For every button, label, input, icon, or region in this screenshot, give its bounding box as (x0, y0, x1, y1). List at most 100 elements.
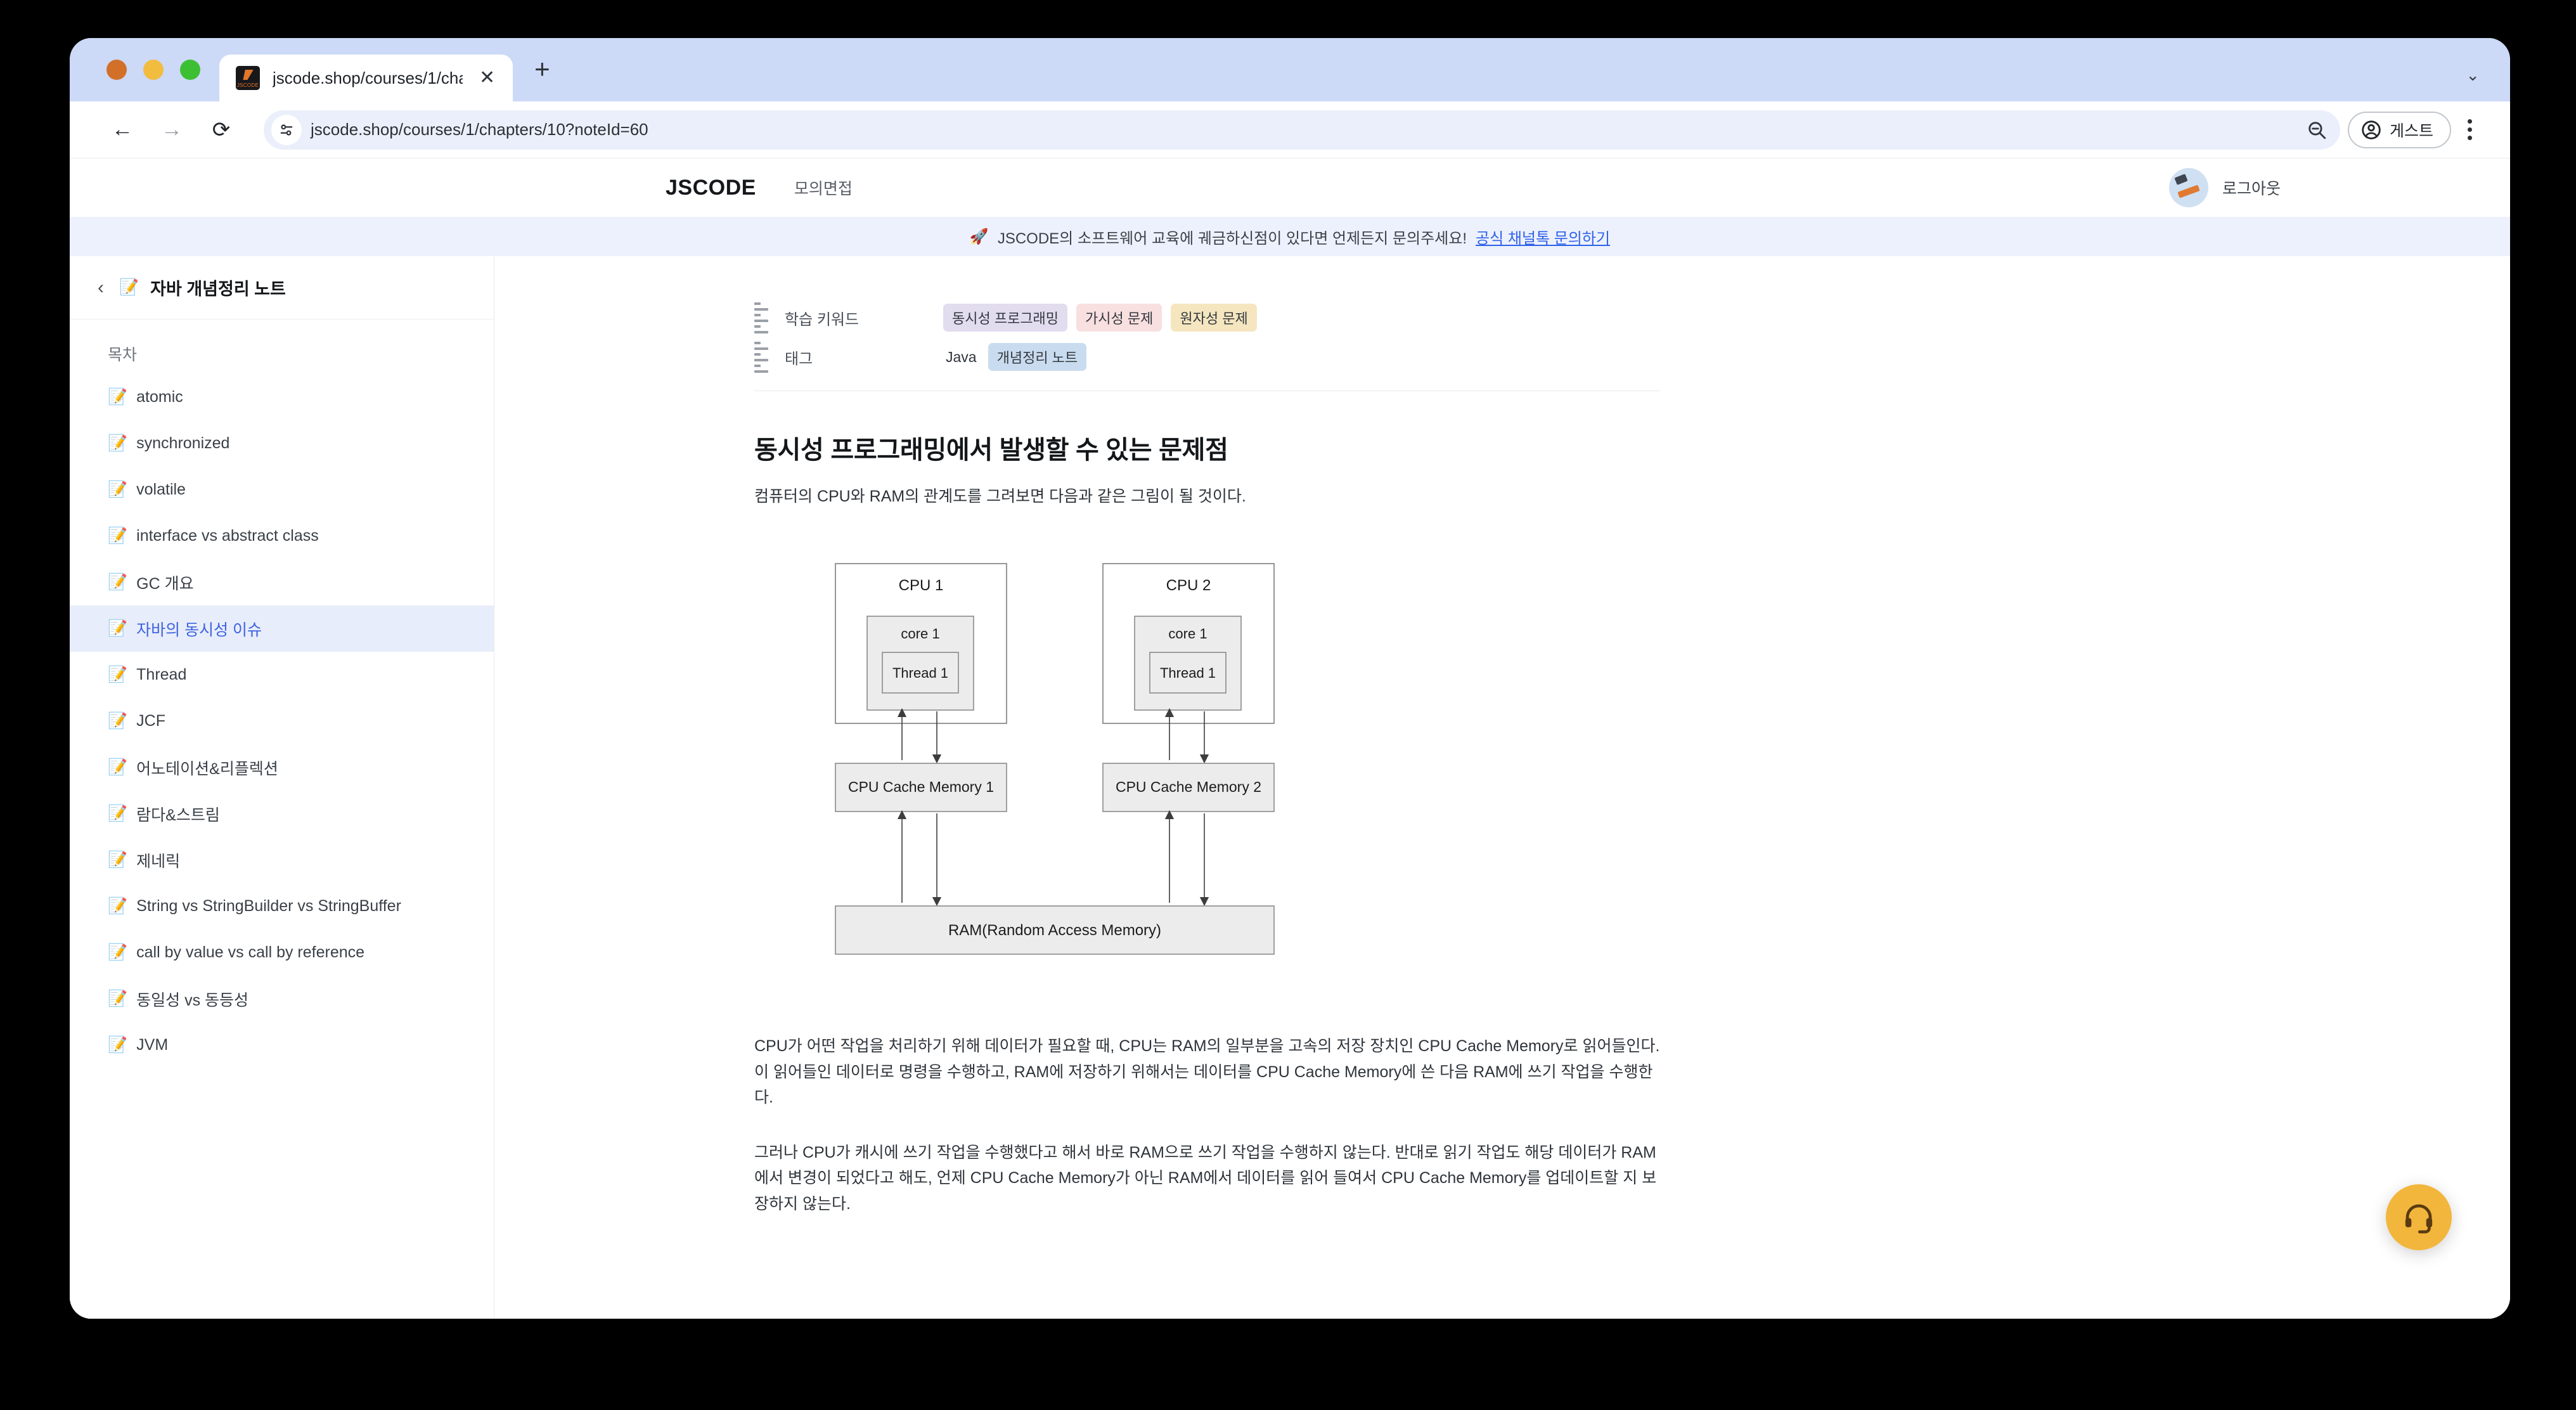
paragraph-2: 그러나 CPU가 캐시에 쓰기 작업을 수행했다고 해서 바로 RAM으로 쓰기… (754, 1143, 1657, 1213)
cache1-label: CPU Cache Memory 1 (848, 779, 994, 795)
guest-label: 게스트 (2389, 122, 2433, 140)
cpu-ram-diagram-svg: CPU 1 core 1 Thread 1 CPU 2 core 1 Threa… (835, 563, 1275, 955)
toc-item-label: JCF (136, 712, 165, 730)
toc-item[interactable]: 📝 GC 개요 (70, 559, 494, 605)
memo-icon: 📝 (108, 481, 128, 498)
memo-icon: 📝 (108, 943, 128, 961)
toc-list: 📝 atomic 📝 synchronized 📝 volatile 📝 interface … (70, 374, 494, 1068)
toc-item[interactable]: 📝 JCF (70, 698, 494, 744)
keyword-pill[interactable]: 동시성 프로그래밍 (943, 304, 1068, 332)
toc-item[interactable]: 📝 atomic (70, 374, 494, 420)
toc-item-label: GC 개요 (136, 574, 194, 593)
memo-icon: 📝 (108, 897, 128, 915)
toc-item-label: Thread (136, 666, 187, 683)
keyword-row: 학습 키워드 동시성 프로그래밍 가시성 문제 원자성 문제 (754, 298, 1661, 337)
toc-item[interactable]: 📝 Thread (70, 652, 494, 698)
new-tab-button[interactable]: + (534, 56, 550, 82)
memo-icon: 📝 (108, 758, 128, 776)
chevron-down-icon[interactable]: ⌄ (2466, 65, 2480, 85)
address-bar[interactable]: jscode.shop/courses/1/chapters/10?noteId… (264, 110, 2340, 150)
back-chevron-icon[interactable]: ‹ (94, 277, 108, 299)
toc-item[interactable]: 📝 call by value vs call by reference (70, 929, 494, 976)
core2-label: core 1 (1168, 626, 1207, 642)
site-header: JSCODE 모의면접 로그아웃 (70, 158, 2510, 217)
toc-item[interactable]: 📝 interface vs abstract class (70, 513, 494, 559)
toc-item[interactable]: 📝 람다&스트림 (70, 791, 494, 837)
ram-label: RAM(Random Access Memory) (948, 922, 1161, 939)
browser-window: jscode.shop/courses/1/chapte ✕ + ⌄ ← → ⟳… (70, 38, 2510, 1319)
avatar[interactable] (2168, 168, 2208, 207)
toc-label: 목차 (108, 346, 138, 364)
core1-label: core 1 (901, 626, 939, 642)
list-icon (754, 302, 773, 333)
url-text: jscode.shop/courses/1/chapters/10?noteId… (311, 120, 648, 139)
tag-pill[interactable]: 개념정리 노트 (988, 343, 1087, 371)
headset-icon (2405, 1204, 2433, 1234)
back-button[interactable]: ← (101, 109, 143, 151)
support-chat-button[interactable] (2386, 1184, 2452, 1250)
sidebar-title: 자바 개념정리 노트 (150, 280, 286, 299)
keyword-pill[interactable]: 가시성 문제 (1076, 304, 1162, 332)
keyword-label: 학습 키워드 (785, 311, 860, 328)
forward-button[interactable]: → (151, 109, 193, 151)
toc-item[interactable]: 📝 String vs StringBuilder vs StringBuffer (70, 883, 494, 929)
tab-strip: jscode.shop/courses/1/chapte ✕ + ⌄ (70, 38, 2510, 101)
toc-item-label: JVM (136, 1036, 169, 1054)
toc-item[interactable]: 📝 제네릭 (70, 837, 494, 883)
cpu1-label: CPU 1 (899, 577, 944, 594)
close-tab-icon[interactable]: ✕ (475, 68, 499, 87)
toc-item-label: synchronized (136, 434, 230, 452)
minimize-window-button[interactable] (143, 60, 164, 80)
rocket-icon: 🚀 (969, 228, 989, 245)
notice-banner: 🚀 JSCODE의 소프트웨어 교육에 궤금하신점이 있다면 언제든지 문의주세… (70, 217, 2510, 256)
reload-button[interactable]: ⟳ (200, 109, 242, 151)
browser-menu-button[interactable] (2459, 113, 2481, 146)
zoom-out-icon[interactable] (2306, 119, 2328, 141)
memo-icon: 📝 (108, 990, 128, 1007)
tag-values: Java 개념정리 노트 (943, 343, 1087, 371)
omnibox-actions (2293, 119, 2328, 141)
toc-item-label: 어노테이션&리플렉션 (136, 760, 278, 778)
memo-icon: 📝 (108, 666, 128, 683)
browser-tab[interactable]: jscode.shop/courses/1/chapte ✕ (219, 55, 513, 101)
toc-item-label: String vs StringBuilder vs StringBuffer (136, 897, 401, 915)
keyword-pills: 동시성 프로그래밍 가시성 문제 원자성 문제 (943, 304, 1257, 332)
browser-toolbar: ← → ⟳ jscode.shop/courses/1/chapters/10?… (70, 101, 2510, 158)
banner-text: JSCODE의 소프트웨어 교육에 궤금하신점이 있다면 언제든지 문의주세요! (997, 230, 1467, 247)
cache2-label: CPU Cache Memory 2 (1116, 779, 1261, 795)
toc-item[interactable]: 📝 volatile (70, 467, 494, 513)
list-icon (754, 341, 773, 373)
toc-item[interactable]: 📝 자바의 동시성 이슈 (70, 605, 494, 652)
thread1-label: Thread 1 (892, 665, 948, 681)
memo-icon: 📝 (108, 1036, 128, 1054)
account-circle-icon (2362, 120, 2381, 139)
nav-mock-interview[interactable]: 모의면접 (794, 176, 853, 199)
keyword-pill[interactable]: 원자성 문제 (1171, 304, 1257, 332)
toc-item[interactable]: 📝 동일성 vs 동등성 (70, 976, 494, 1022)
memo-icon: 📝 (108, 712, 128, 730)
article-lead: 컴퓨터의 CPU와 RAM의 관계도를 그려보면 다음과 같은 그림이 될 것이… (754, 488, 1246, 505)
sidebar-header: ‹ 📝 자바 개념정리 노트 (70, 256, 494, 320)
memo-icon: 📝 (108, 573, 128, 591)
sidebar: ‹ 📝 자바 개념정리 노트 목차 📝 atomic 📝 synchronized 📝 v… (70, 256, 494, 1319)
site-logo[interactable]: JSCODE (666, 176, 756, 200)
guest-profile-button[interactable]: 게스트 (2347, 111, 2451, 148)
page-body: ‹ 📝 자바 개념정리 노트 목차 📝 atomic 📝 synchronized 📝 v… (70, 256, 2510, 1319)
window-controls (70, 60, 219, 101)
toc-item-label: atomic (136, 388, 183, 406)
tag-label: 태그 (785, 350, 813, 368)
logout-button[interactable]: 로그아웃 (2222, 176, 2281, 199)
channel-talk-link[interactable]: 공식 채널톡 문의하기 (1476, 226, 1610, 248)
memo-icon: 📝 (108, 434, 128, 452)
toc-item[interactable]: 📝 어노테이션&리플렉션 (70, 744, 494, 791)
maximize-window-button[interactable] (180, 60, 200, 80)
toc-item-label: volatile (136, 481, 186, 498)
memo-icon: 📝 (108, 527, 128, 545)
jscode-favicon-icon (236, 66, 260, 90)
close-window-button[interactable] (106, 60, 127, 80)
toc-item[interactable]: 📝 synchronized (70, 420, 494, 467)
page-title: 동시성 프로그래밍에서 발생할 수 있는 문제점 (754, 436, 1228, 464)
tag-java[interactable]: Java (943, 345, 979, 370)
site-settings-icon[interactable] (271, 114, 302, 145)
toc-item[interactable]: 📝 JVM (70, 1022, 494, 1068)
